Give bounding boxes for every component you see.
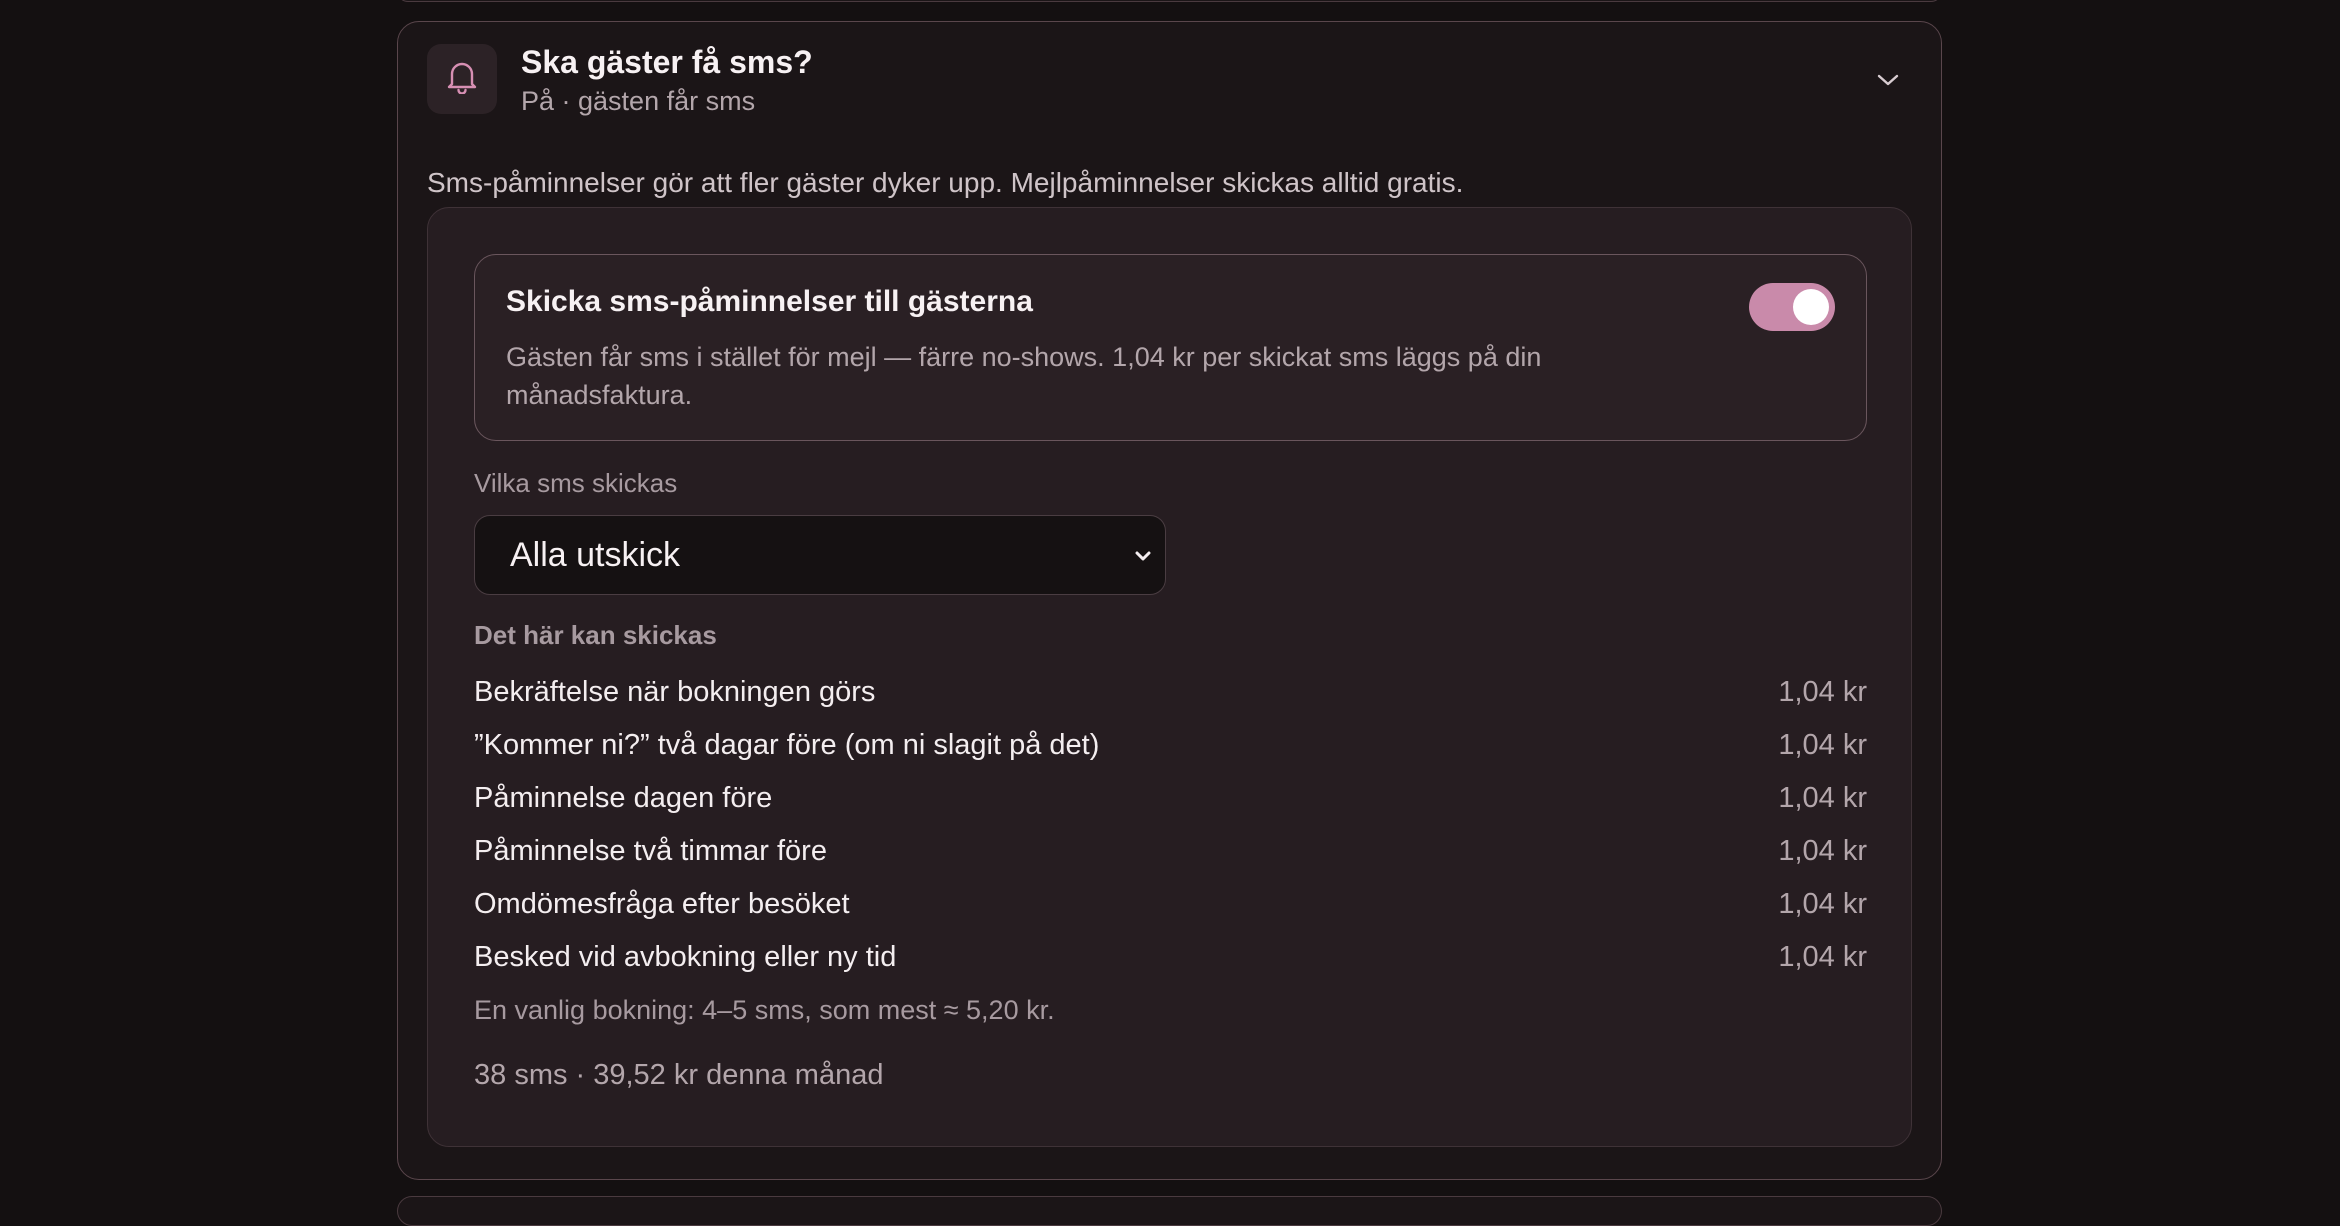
toggle-description: Gästen får sms i stället för mejl — färr… — [506, 342, 1542, 410]
list-item: Omdömesfråga efter besöket 1,04 kr — [474, 880, 1867, 933]
card-title: Ska gäster få sms? — [521, 44, 813, 80]
card-subtitle: På · gästen får sms — [521, 86, 756, 116]
monthly-usage: 38 sms · 39,52 kr denna månad — [474, 1059, 884, 1091]
list-item: Bekräftelse när bokningen görs 1,04 kr — [474, 668, 1867, 721]
list-item-label: ”Kommer ni?” två dagar före (om ni slagi… — [474, 729, 1100, 761]
bell-icon-box — [427, 44, 497, 114]
list-item-label: Bekräftelse när bokningen görs — [474, 676, 876, 708]
sms-settings-panel: Skicka sms‑påminnelser till gästerna Gäs… — [427, 207, 1912, 1147]
sms-toggle-switch[interactable] — [1749, 283, 1835, 331]
list-item-label: Påminnelse dagen före — [474, 782, 773, 814]
chevron-down-icon — [1131, 544, 1155, 568]
card-header[interactable]: Ska gäster få sms? På · gästen får sms — [427, 44, 1912, 116]
list-heading: Det här kan skickas — [474, 620, 717, 650]
list-item: Besked vid avbokning eller ny tid 1,04 k… — [474, 933, 1867, 986]
list-item-price: 1,04 kr — [1778, 835, 1867, 867]
list-item-price: 1,04 kr — [1778, 729, 1867, 761]
previous-card — [397, 0, 1942, 2]
typical-booking-note: En vanlig bokning: 4–5 sms, som mest ≈ 5… — [474, 995, 1055, 1025]
list-item: Påminnelse två timmar före 1,04 kr — [474, 827, 1867, 880]
list-item-label: Besked vid avbokning eller ny tid — [474, 941, 897, 973]
list-item-price: 1,04 kr — [1778, 888, 1867, 920]
card-description: Sms‑påminnelser gör att fler gäster dyke… — [427, 167, 1464, 198]
list-item: Påminnelse dagen före 1,04 kr — [474, 774, 1867, 827]
sms-list: Bekräftelse när bokningen görs 1,04 kr ”… — [474, 668, 1867, 986]
list-item: ”Kommer ni?” två dagar före (om ni slagi… — [474, 721, 1867, 774]
list-item-price: 1,04 kr — [1778, 782, 1867, 814]
list-item-label: Omdömesfråga efter besöket — [474, 888, 850, 920]
toggle-knob — [1793, 289, 1829, 325]
select-value: Alla utskick — [510, 536, 681, 574]
list-item-price: 1,04 kr — [1778, 941, 1867, 973]
list-item-price: 1,04 kr — [1778, 676, 1867, 708]
chevron-down-icon[interactable] — [1874, 66, 1902, 94]
sms-toggle-box: Skicka sms‑påminnelser till gästerna Gäs… — [474, 254, 1867, 441]
sms-settings-card: Ska gäster få sms? På · gästen får sms S… — [397, 21, 1942, 1180]
toggle-title: Skicka sms‑påminnelser till gästerna — [506, 285, 1033, 318]
list-item-label: Påminnelse två timmar före — [474, 835, 827, 867]
bell-icon — [446, 60, 478, 99]
select-label: Vilka sms skickas — [474, 468, 678, 498]
sms-type-select[interactable]: Alla utskick — [474, 515, 1166, 595]
